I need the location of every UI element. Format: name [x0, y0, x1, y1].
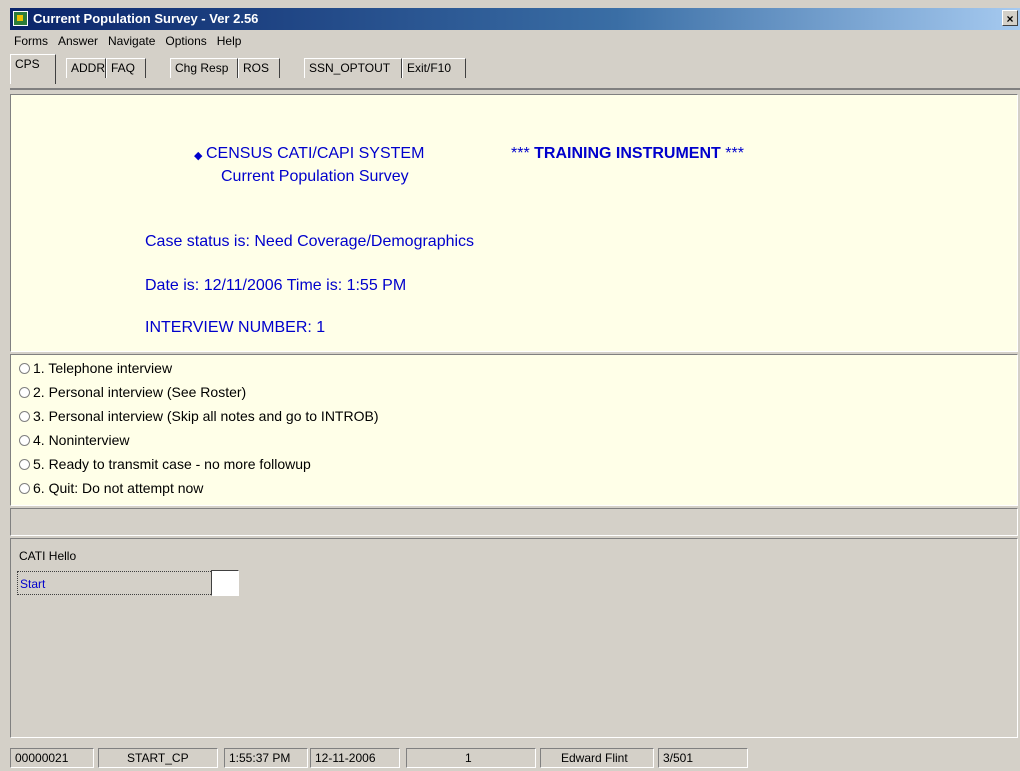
status-field-name: START_CP — [98, 748, 218, 768]
tab-addr[interactable]: ADDR — [66, 58, 106, 78]
title-bar[interactable]: Current Population Survey - Ver 2.56 × — [10, 8, 1020, 30]
menu-navigate[interactable]: Navigate — [104, 32, 159, 50]
app-icon — [13, 11, 28, 26]
radio-button[interactable] — [19, 362, 30, 374]
menu-bar: Forms Answer Navigate Options Help — [10, 32, 245, 50]
start-input[interactable] — [211, 570, 239, 596]
status-bar: 00000021 START_CP 1:55:37 PM 12-11-2006 … — [10, 748, 1020, 770]
training-text: TRAINING INSTRUMENT — [534, 145, 721, 162]
training-suffix: *** — [725, 145, 744, 162]
radio-button[interactable] — [19, 410, 30, 422]
system-title: CENSUS CATI/CAPI SYSTEM — [206, 145, 425, 162]
answer-label: 2. Personal interview (See Roster) — [33, 384, 247, 400]
tab-ssn-optout[interactable]: SSN_OPTOUT — [304, 58, 402, 78]
tab-chg-resp[interactable]: Chg Resp — [170, 58, 238, 78]
training-prefix: *** — [511, 145, 530, 162]
field-section-title: CATI Hello — [19, 549, 77, 563]
tab-strip: CPS ADDR FAQ Chg Resp ROS SSN_OPTOUT Exi… — [10, 52, 1020, 90]
radio-button[interactable] — [19, 386, 30, 398]
status-page: 3/501 — [658, 748, 748, 768]
tab-faq[interactable]: FAQ — [106, 58, 146, 78]
answer-option[interactable]: 6. Quit: Do not attempt now — [19, 477, 203, 499]
status-user: Edward Flint — [540, 748, 654, 768]
answer-option[interactable]: 5. Ready to transmit case - no more foll… — [19, 453, 311, 475]
app-window: Current Population Survey - Ver 2.56 × F… — [0, 0, 1020, 771]
menu-options[interactable]: Options — [161, 32, 210, 50]
close-button[interactable]: × — [1002, 10, 1018, 26]
training-label: *** TRAINING INSTRUMENT *** — [511, 145, 744, 163]
answer-label: 4. Noninterview — [33, 432, 130, 448]
answer-label: 3. Personal interview (Skip all notes an… — [33, 408, 379, 424]
status-time: 1:55:37 PM — [224, 748, 308, 768]
answer-label: 6. Quit: Do not attempt now — [33, 480, 204, 496]
answer-label: 1. Telephone interview — [33, 360, 173, 376]
field-panel: CATI Hello Start — [10, 538, 1018, 738]
status-count: 1 — [406, 748, 536, 768]
tab-cps[interactable]: CPS — [10, 54, 56, 84]
survey-name: Current Population Survey — [221, 168, 409, 185]
answer-option[interactable]: 3. Personal interview (Skip all notes an… — [19, 405, 379, 427]
diamond-bullet-icon: ◆ — [194, 150, 203, 162]
field-label-start: Start — [17, 571, 237, 595]
tab-exit[interactable]: Exit/F10 — [402, 58, 466, 78]
answer-label: 5. Ready to transmit case - no more foll… — [33, 456, 311, 472]
menu-answer[interactable]: Answer — [54, 32, 102, 50]
radio-button[interactable] — [19, 458, 30, 470]
answer-option[interactable]: 2. Personal interview (See Roster) — [19, 381, 246, 403]
menu-forms[interactable]: Forms — [10, 32, 52, 50]
status-case-id: 00000021 — [10, 748, 94, 768]
info-panel: ◆ CENSUS CATI/CAPI SYSTEM *** TRAINING I… — [10, 94, 1018, 352]
answer-options: 1. Telephone interview 2. Personal inter… — [10, 354, 1018, 506]
message-strip — [10, 508, 1018, 536]
date-time: Date is: 12/11/2006 Time is: 1:55 PM — [145, 277, 407, 294]
tab-ros[interactable]: ROS — [238, 58, 280, 78]
answer-option[interactable]: 1. Telephone interview — [19, 357, 172, 379]
window-title: Current Population Survey - Ver 2.56 — [33, 11, 259, 26]
menu-help[interactable]: Help — [213, 32, 246, 50]
status-date: 12-11-2006 — [310, 748, 400, 768]
radio-button[interactable] — [19, 482, 30, 494]
radio-button[interactable] — [19, 434, 30, 446]
interview-number: INTERVIEW NUMBER: 1 — [145, 319, 326, 336]
answer-option[interactable]: 4. Noninterview — [19, 429, 130, 451]
case-status: Case status is: Need Coverage/Demographi… — [145, 233, 475, 250]
